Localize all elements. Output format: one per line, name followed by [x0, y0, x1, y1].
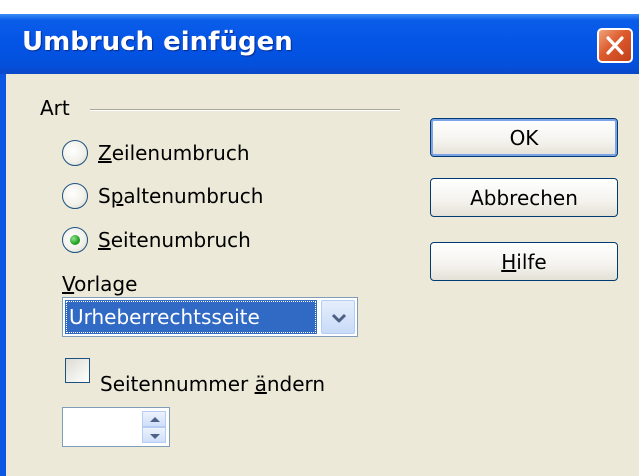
dropdown-button[interactable] [321, 300, 355, 334]
help-button-rest: ilfe [516, 249, 547, 274]
spin-up-button[interactable] [142, 411, 166, 427]
label-spaltenumbruch-pre: S [98, 184, 111, 208]
window-title: Umbruch einfügen [22, 27, 293, 57]
vorlage-label-rest: orlage [74, 272, 138, 296]
vorlage-dropdown[interactable]: Urheberrechtsseite [62, 297, 358, 337]
help-button-mnemonic: H [501, 249, 517, 274]
label-spaltenumbruch[interactable]: Spaltenumbruch [98, 184, 263, 208]
label-spaltenumbruch-rest: altenumbruch [123, 184, 264, 208]
art-group-label: Art [40, 96, 70, 120]
vorlage-label: Vorlage [62, 272, 137, 296]
vorlage-selected-value: Urheberrechtsseite [65, 300, 317, 334]
radio-spaltenumbruch[interactable] [62, 183, 88, 209]
dialog-window: Umbruch einfügen Art Zeilenumbruch Spalt… [0, 14, 639, 476]
background-cropped-text [0, 0, 639, 14]
spin-down-button[interactable] [142, 427, 166, 443]
radio-zeilenumbruch[interactable] [62, 140, 88, 166]
seitennummer-label-pre: Seitennummer [100, 372, 255, 396]
label-zeilenumbruch-rest: eilenumbruch [111, 141, 250, 165]
cancel-button[interactable]: Abbrechen [430, 178, 618, 217]
title-bar[interactable]: Umbruch einfügen [0, 14, 639, 74]
label-seitenumbruch-mnemonic: S [98, 228, 111, 252]
label-zeilenumbruch[interactable]: Zeilenumbruch [98, 141, 250, 165]
seitennummer-checkbox[interactable] [65, 358, 90, 383]
seitennummer-label[interactable]: Seitennummer ändern [100, 372, 325, 396]
group-separator [90, 109, 400, 111]
label-seitenumbruch[interactable]: Seitenumbruch [98, 228, 251, 252]
label-zeilenumbruch-mnemonic: Z [98, 141, 112, 165]
spin-buttons[interactable] [142, 411, 166, 443]
label-seitenumbruch-rest: eitenumbruch [110, 228, 251, 252]
ok-button[interactable]: OK [430, 118, 618, 157]
radio-selected-dot [70, 235, 80, 245]
page-number-spinfield[interactable] [62, 407, 170, 447]
close-button[interactable] [597, 28, 633, 63]
seitennummer-label-rest: ndern [266, 372, 326, 396]
radio-seitenumbruch[interactable] [62, 227, 88, 253]
label-spaltenumbruch-mnemonic: p [110, 184, 124, 208]
vorlage-label-mnemonic: V [62, 272, 75, 296]
help-button[interactable]: Hilfe [430, 242, 618, 281]
seitennummer-label-mnemonic: ä [254, 372, 267, 396]
